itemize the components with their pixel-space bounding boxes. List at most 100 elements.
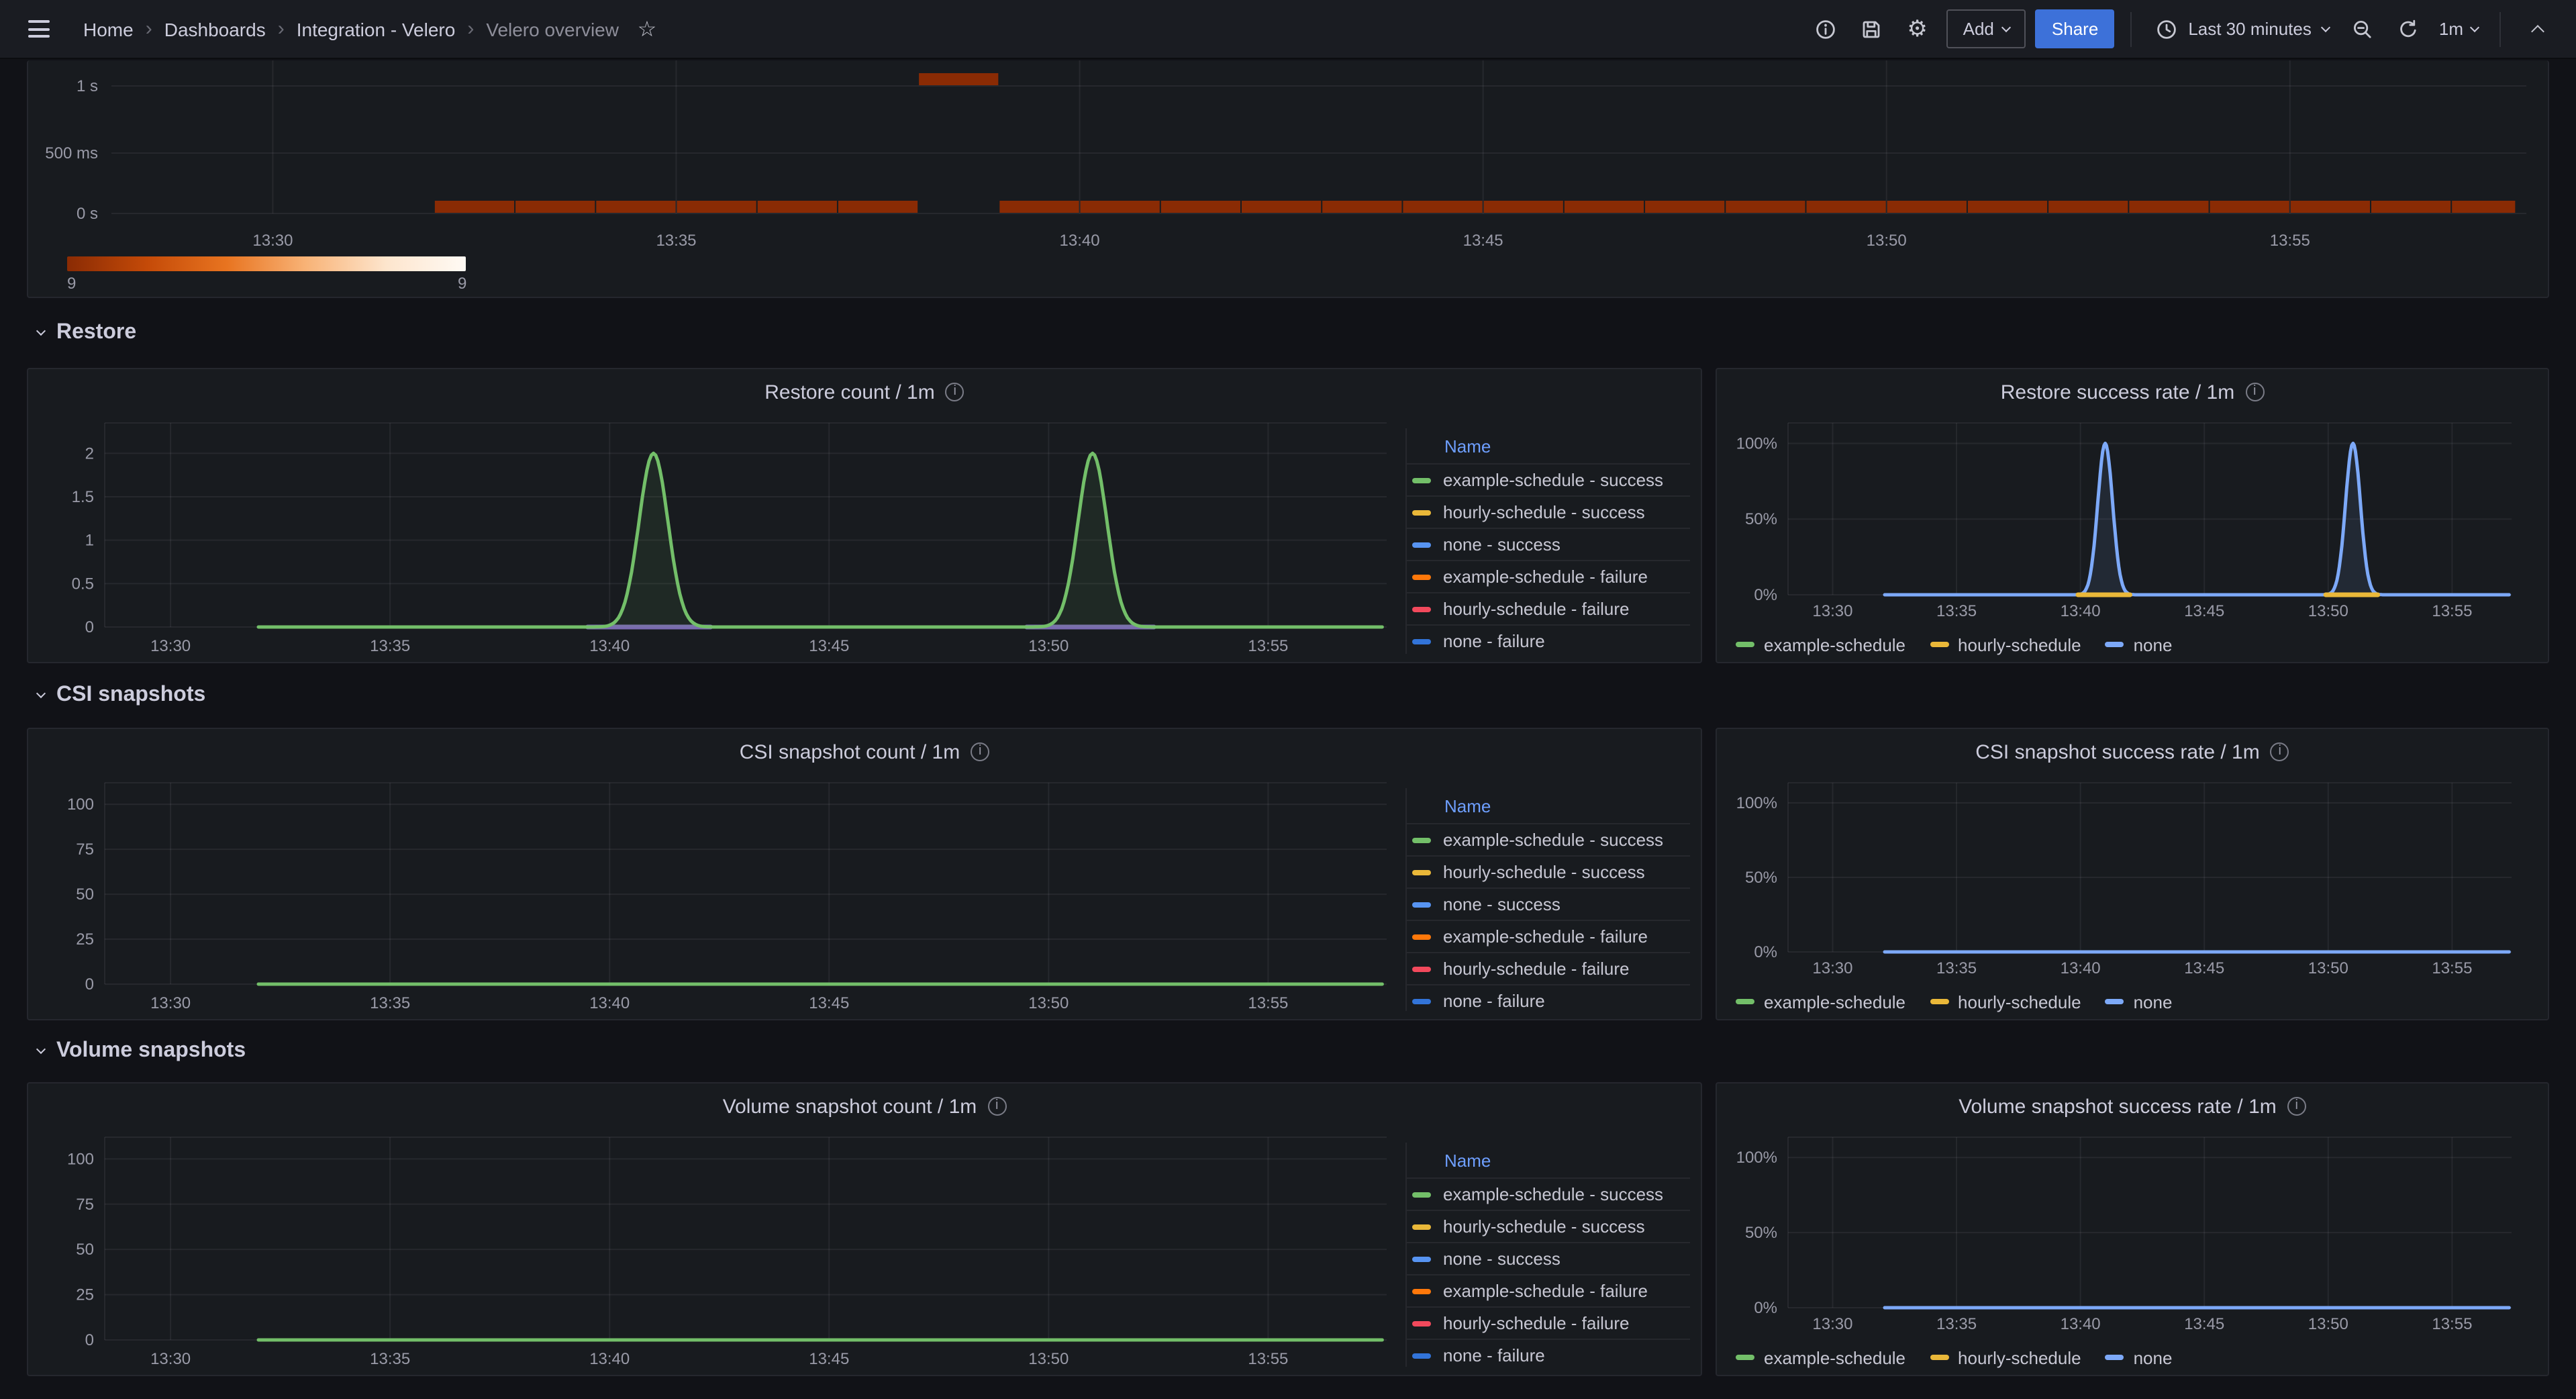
svg-text:13:55: 13:55 — [1248, 994, 1288, 1012]
breadcrumb-dashboards[interactable]: Dashboards — [164, 18, 266, 40]
section-title: Volume snapshots — [56, 1039, 246, 1063]
series-pill — [1412, 606, 1431, 612]
collapse-nav-button[interactable] — [2517, 9, 2557, 49]
series-pill — [1412, 574, 1431, 579]
legend-row[interactable]: hourly-schedule - success — [1407, 1210, 1690, 1242]
svg-text:13:40: 13:40 — [589, 994, 630, 1012]
svg-text:13:35: 13:35 — [370, 637, 410, 655]
legend-row[interactable]: example-schedule - success — [1407, 823, 1690, 855]
legend-row[interactable]: hourly-schedule - failure — [1407, 952, 1690, 984]
legend-table: Name example-schedule - success hourly-s… — [1405, 1143, 1690, 1367]
section-header-csi-snapshots[interactable]: CSI snapshots — [27, 663, 2549, 728]
svg-text:13:55: 13:55 — [1248, 637, 1288, 655]
svg-text:13:55: 13:55 — [1248, 1350, 1288, 1368]
legend-row[interactable]: example-schedule - failure — [1407, 920, 1690, 952]
legend-row[interactable]: hourly-schedule - failure — [1407, 1306, 1690, 1339]
info-icon[interactable]: i — [2245, 383, 2264, 401]
csi-count-chart[interactable]: 13:3013:3513:4013:4513:5013:550255075100 — [28, 775, 1405, 1019]
legend-row[interactable]: none - success — [1407, 528, 1690, 560]
legend-row[interactable]: none - success — [1407, 1242, 1690, 1274]
dashboard-info-button[interactable] — [1806, 9, 1846, 49]
volume-rate-chart[interactable]: 13:3013:3513:4013:4513:5013:550%50%100% — [1717, 1129, 2548, 1340]
legend-row[interactable]: none - success — [1407, 887, 1690, 920]
legend-row[interactable]: none - failure — [1407, 624, 1690, 657]
svg-text:13:35: 13:35 — [370, 1350, 410, 1368]
svg-text:50: 50 — [76, 1241, 94, 1259]
save-dashboard-button[interactable] — [1852, 9, 1892, 49]
legend-item[interactable]: hourly-schedule — [1930, 634, 2081, 655]
panel-csi-snapshot-success-rate: CSI snapshot success rate / 1m i 13:3013… — [1716, 728, 2549, 1020]
legend-item[interactable]: none — [2106, 634, 2173, 655]
series-pill — [1412, 638, 1431, 644]
svg-text:13:40: 13:40 — [1060, 232, 1100, 250]
legend-header-name[interactable]: Name — [1407, 428, 1690, 463]
share-button[interactable]: Share — [2036, 9, 2114, 48]
add-button[interactable]: Add — [1947, 9, 2026, 48]
menu-toggle-button[interactable] — [19, 9, 59, 49]
info-icon[interactable]: i — [987, 1097, 1006, 1116]
breadcrumb-home[interactable]: Home — [83, 18, 134, 40]
panel-title[interactable]: CSI snapshot success rate / 1m — [1975, 740, 2260, 763]
section-title: CSI snapshots — [56, 683, 205, 708]
panel-volume-snapshot-success-rate: Volume snapshot success rate / 1m i 13:3… — [1716, 1082, 2549, 1376]
series-pill — [1412, 1224, 1431, 1229]
panel-title[interactable]: Restore count / 1m — [764, 381, 934, 403]
dashboard-settings-button[interactable]: ⚙ — [1897, 9, 1938, 49]
svg-text:13:40: 13:40 — [589, 637, 630, 655]
restore-count-chart[interactable]: 13:3013:3513:4013:4513:5013:5500.511.52 — [28, 415, 1405, 662]
volume-count-chart[interactable]: 13:3013:3513:4013:4513:5013:550255075100 — [28, 1129, 1405, 1375]
save-icon — [1861, 18, 1883, 40]
legend-item[interactable]: example-schedule — [1736, 634, 1905, 655]
legend-row[interactable]: example-schedule - failure — [1407, 560, 1690, 592]
section-header-restore[interactable]: Restore — [27, 298, 2549, 368]
series-pill — [1736, 1355, 1754, 1360]
svg-text:50%: 50% — [1745, 1224, 1777, 1242]
restore-rate-chart[interactable]: 13:3013:3513:4013:4513:5013:550%50%100% — [1717, 415, 2548, 627]
time-range-picker[interactable]: Last 30 minutes — [2148, 9, 2337, 49]
legend-row[interactable]: example-schedule - success — [1407, 1177, 1690, 1210]
legend-row[interactable]: none - failure — [1407, 984, 1690, 1016]
svg-text:13:55: 13:55 — [2432, 1315, 2472, 1333]
legend-item[interactable]: hourly-schedule — [1930, 1347, 2081, 1367]
legend-item[interactable]: hourly-schedule — [1930, 992, 2081, 1012]
csi-rate-chart[interactable]: 13:3013:3513:4013:4513:5013:550%50%100% — [1717, 775, 2548, 984]
refresh-button[interactable] — [2388, 9, 2428, 49]
heatmap-gradient — [67, 256, 466, 271]
svg-text:13:30: 13:30 — [150, 637, 191, 655]
panel-title[interactable]: CSI snapshot count / 1m — [740, 740, 960, 763]
info-icon[interactable]: i — [971, 742, 989, 761]
panel-title[interactable]: Volume snapshot count / 1m — [723, 1095, 977, 1118]
chevron-down-icon — [2470, 22, 2479, 32]
info-icon[interactable]: i — [2271, 742, 2289, 761]
legend-header-name[interactable]: Name — [1407, 1143, 1690, 1177]
panel-title[interactable]: Volume snapshot success rate / 1m — [1959, 1095, 2277, 1118]
favorite-button[interactable]: ☆ — [619, 9, 659, 49]
legend-row[interactable]: hourly-schedule - success — [1407, 855, 1690, 887]
breadcrumb-folder[interactable]: Integration - Velero — [297, 18, 456, 40]
info-icon[interactable]: i — [946, 383, 964, 401]
legend-item[interactable]: example-schedule — [1736, 992, 1905, 1012]
series-pill — [1412, 934, 1431, 939]
legend-item[interactable]: none — [2106, 1347, 2173, 1367]
panel-volume-snapshot-count: Volume snapshot count / 1m i 13:3013:351… — [27, 1082, 1702, 1376]
svg-text:13:50: 13:50 — [1028, 1350, 1069, 1368]
chevron-down-icon — [2002, 22, 2012, 32]
legend-item[interactable]: example-schedule — [1736, 1347, 1905, 1367]
info-icon[interactable]: i — [2287, 1097, 2306, 1116]
svg-text:13:50: 13:50 — [2308, 602, 2348, 620]
svg-text:13:50: 13:50 — [2308, 1315, 2348, 1333]
legend-row[interactable]: example-schedule - failure — [1407, 1274, 1690, 1306]
legend-row[interactable]: example-schedule - success — [1407, 463, 1690, 495]
svg-text:13:40: 13:40 — [2061, 959, 2101, 977]
panel-title[interactable]: Restore success rate / 1m — [2001, 381, 2234, 403]
refresh-interval-dropdown[interactable]: 1m — [2434, 9, 2483, 49]
legend-header-name[interactable]: Name — [1407, 788, 1690, 823]
legend-item[interactable]: none — [2106, 992, 2173, 1012]
section-header-volume-snapshots[interactable]: Volume snapshots — [27, 1020, 2549, 1082]
svg-text:0%: 0% — [1754, 586, 1777, 604]
legend-row[interactable]: hourly-schedule - failure — [1407, 592, 1690, 624]
legend-row[interactable]: hourly-schedule - success — [1407, 495, 1690, 528]
legend-row[interactable]: none - failure — [1407, 1339, 1690, 1371]
svg-text:13:45: 13:45 — [809, 637, 849, 655]
zoom-out-button[interactable] — [2342, 9, 2383, 49]
